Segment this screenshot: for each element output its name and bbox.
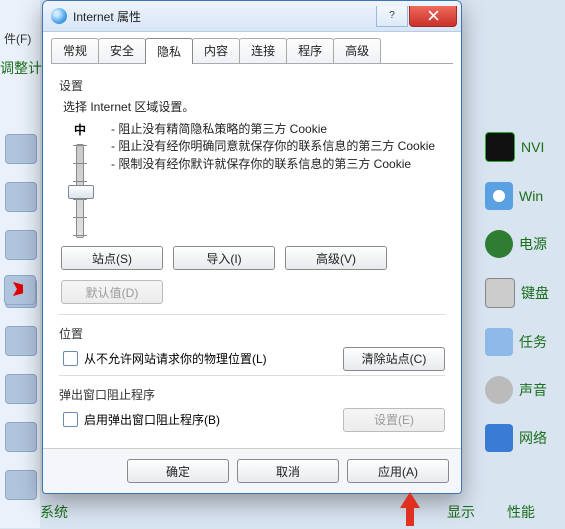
bottom-label-system[interactable]: 系统	[40, 502, 68, 522]
import-button[interactable]: 导入(I)	[173, 246, 275, 270]
zone-bullet: 限制没有经你默许就保存你的联系信息的第三方 Cookie	[118, 157, 411, 171]
tab-advanced[interactable]: 高级	[333, 38, 381, 64]
right-icon-column: NVI Win 电源 键盘 任务 声音 网络	[485, 132, 565, 528]
location-checkbox-row[interactable]: 从不允许网站请求你的物理位置(L)	[63, 350, 267, 367]
privacy-slider[interactable]	[76, 144, 84, 238]
side-icon[interactable]	[5, 182, 37, 212]
cp-item-label: 电源	[519, 234, 547, 254]
windows-icon	[485, 182, 513, 210]
sites-button[interactable]: 站点(S)	[61, 246, 163, 270]
bottom-label-perf[interactable]: 性能	[507, 502, 535, 522]
ok-button[interactable]: 确定	[127, 459, 229, 483]
location-group: 位置 从不允许网站请求你的物理位置(L) 清除站点(C)	[59, 314, 445, 371]
side-icon[interactable]	[5, 134, 37, 164]
left-icon-column	[0, 130, 42, 528]
popup-group: 弹出窗口阻止程序 启用弹出窗口阻止程序(B) 设置(E)	[59, 375, 445, 432]
cp-item-label: 网络	[519, 428, 547, 448]
side-icon[interactable]	[5, 374, 37, 404]
bg-text-left: 调整计	[0, 58, 42, 78]
cp-item-nvidia[interactable]: NVI	[485, 132, 565, 162]
titlebar[interactable]: Internet 属性 ?	[43, 1, 461, 32]
default-button[interactable]: 默认值(D)	[61, 280, 163, 304]
popup-heading: 弹出窗口阻止程序	[59, 386, 445, 403]
help-button[interactable]: ?	[376, 6, 408, 27]
taskbar-icon	[485, 328, 513, 356]
checkbox-location[interactable]	[63, 351, 78, 366]
location-heading: 位置	[59, 325, 445, 342]
zone-bullet: 阻止没有精简隐私策略的第三方 Cookie	[118, 122, 327, 136]
cp-item-power[interactable]: 电源	[485, 230, 565, 258]
side-icon[interactable]	[5, 470, 37, 500]
dialog-footer: 确定 取消 应用(A)	[43, 448, 461, 493]
keyboard-icon	[485, 278, 515, 308]
nvidia-icon	[485, 132, 515, 162]
settings-heading: 设置	[59, 77, 445, 94]
cp-item-sound[interactable]: 声音	[485, 376, 565, 404]
zone-level-label: 中	[74, 121, 86, 138]
side-icon[interactable]	[5, 422, 37, 452]
sound-icon	[485, 376, 513, 404]
advanced-button[interactable]: 高级(V)	[285, 246, 387, 270]
zone-settings: 中 - 阻止没有精简隐私策略的第三方 Cookie - 阻止没有经你明确同意就保…	[63, 121, 445, 238]
close-icon	[428, 10, 439, 21]
tab-security[interactable]: 安全	[98, 38, 146, 64]
privacy-panel: 设置 选择 Internet 区域设置。 中 - 阻止没有精简隐私策略的第三方 …	[43, 65, 461, 448]
zone-instruction: 选择 Internet 区域设置。	[63, 98, 445, 115]
cp-item-label: 任务	[519, 332, 547, 352]
cp-item-label: Win	[519, 188, 543, 204]
tab-general[interactable]: 常规	[51, 38, 99, 64]
cp-item-label: 声音	[519, 380, 547, 400]
bottom-label-display[interactable]: 显示	[447, 502, 475, 522]
window-controls: ?	[376, 6, 457, 27]
internet-properties-dialog: Internet 属性 ? 常规 安全 隐私 内容 连接 程序 高级 设置 选择…	[42, 0, 462, 494]
network-icon	[485, 424, 513, 452]
checkbox-popup[interactable]	[63, 412, 78, 427]
cp-item-network[interactable]: 网络	[485, 424, 565, 452]
cp-item-keyboard[interactable]: 键盘	[485, 278, 565, 308]
side-icon[interactable]	[5, 230, 37, 260]
zone-bullet: 阻止没有经你明确同意就保存你的联系信息的第三方 Cookie	[118, 139, 435, 153]
checkbox-label: 从不允许网站请求你的物理位置(L)	[84, 350, 267, 367]
popup-settings-button[interactable]: 设置(E)	[343, 408, 445, 432]
flash-icon[interactable]	[4, 275, 36, 305]
menu-file[interactable]: 件(F)	[0, 28, 35, 49]
slider-thumb[interactable]	[68, 185, 94, 199]
settings-button-row: 站点(S) 导入(I) 高级(V) 默认值(D)	[61, 246, 445, 304]
tab-programs[interactable]: 程序	[286, 38, 334, 64]
tab-connections[interactable]: 连接	[239, 38, 287, 64]
checkbox-label: 启用弹出窗口阻止程序(B)	[84, 411, 220, 428]
tab-privacy[interactable]: 隐私	[145, 38, 193, 64]
cp-item-taskbar[interactable]: 任务	[485, 328, 565, 356]
zone-description: - 阻止没有精简隐私策略的第三方 Cookie - 阻止没有经你明确同意就保存你…	[111, 121, 445, 173]
bottom-labels: 系统 显示	[40, 502, 475, 522]
tab-strip: 常规 安全 隐私 内容 连接 程序 高级	[43, 32, 461, 64]
globe-icon	[51, 8, 67, 24]
clear-sites-button[interactable]: 清除站点(C)	[343, 347, 445, 371]
privacy-slider-wrap: 中	[63, 121, 97, 238]
power-icon	[485, 230, 513, 258]
popup-checkbox-row[interactable]: 启用弹出窗口阻止程序(B)	[63, 411, 220, 428]
inprivate-group: InPrivate 在 InPrivate 浏览启动时禁用工具栏和扩展(T)	[59, 436, 445, 448]
cp-item-label: NVI	[521, 139, 544, 155]
cancel-button[interactable]: 取消	[237, 459, 339, 483]
apply-button[interactable]: 应用(A)	[347, 459, 449, 483]
cp-item-label: 键盘	[521, 283, 549, 303]
dialog-title: Internet 属性	[73, 8, 376, 25]
cp-item-windows[interactable]: Win	[485, 182, 565, 210]
side-icon[interactable]	[5, 326, 37, 356]
tab-content[interactable]: 内容	[192, 38, 240, 64]
close-button[interactable]	[409, 6, 457, 27]
tab-underline	[51, 63, 453, 64]
